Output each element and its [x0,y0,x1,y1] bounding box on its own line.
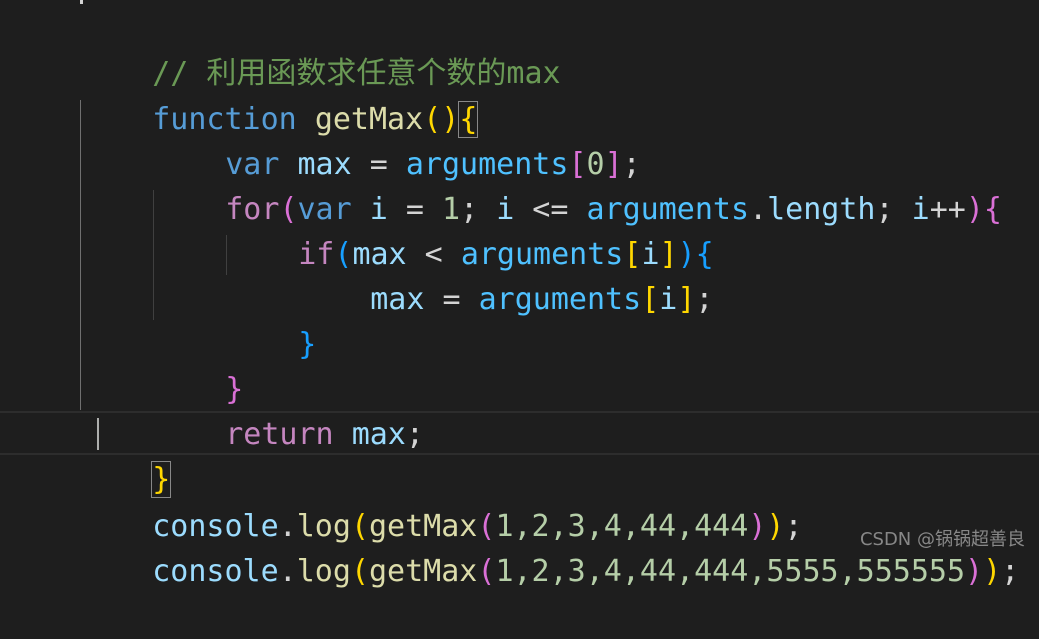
watermark: CSDN @锅锅超善良 [859,529,1025,550]
previous-line-fragment [80,0,93,4]
code-line-9[interactable]: return max; [153,367,424,452]
code-line-6[interactable]: max = arguments[i]; [298,232,713,317]
code-line-11[interactable]: console.log(getMax(1,2,3,4,44,444)); [80,459,802,544]
code-line-5[interactable]: if(max < arguments[i]){ [226,187,713,272]
code-line-3[interactable]: var max = arguments[0]; [153,97,640,182]
code-line-1[interactable]: // 利用函数求任意个数的max [80,6,560,91]
code-line-2[interactable]: function getMax(){ [80,52,479,138]
text-cursor [97,418,99,450]
code-line-10[interactable]: } [80,412,172,498]
code-line-4[interactable]: for(var i = 1; i <= arguments.length; i+… [153,142,1002,227]
code-line-8[interactable]: } [153,322,243,407]
code-line-7[interactable]: } [226,277,316,362]
code-editor[interactable]: // 利用函数求任意个数的max function getMax(){ var … [0,0,1039,589]
